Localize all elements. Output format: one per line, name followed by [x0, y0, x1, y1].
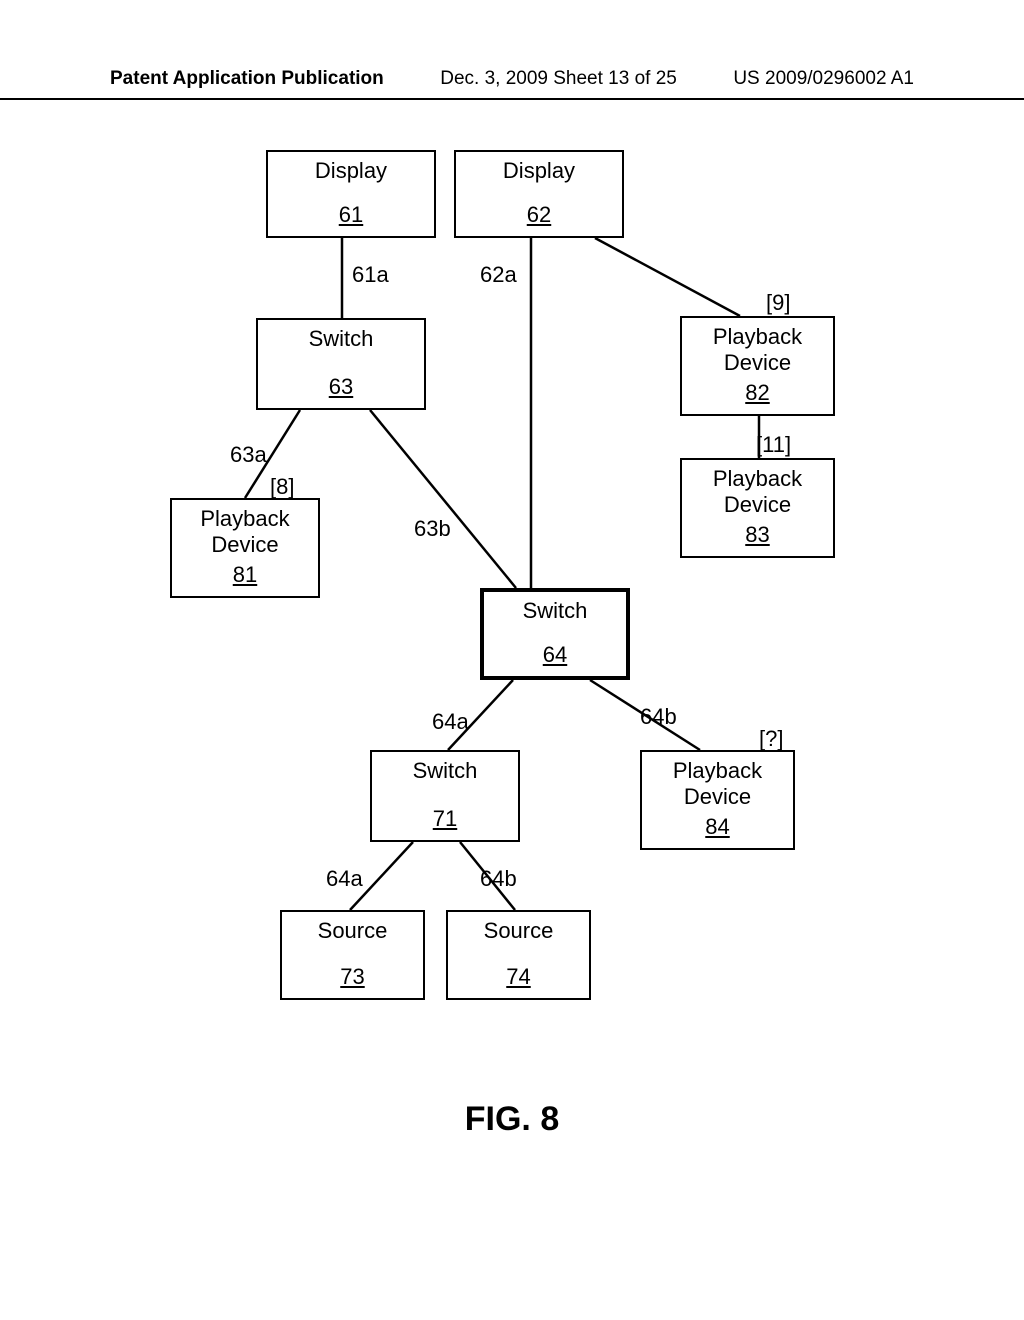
node-ref: 82	[686, 380, 829, 406]
node-switch-63: Switch 63	[256, 318, 426, 410]
header-center: Dec. 3, 2009 Sheet 13 of 25	[440, 68, 677, 90]
header-left: Patent Application Publication	[110, 68, 384, 90]
node-display-62: Display 62	[454, 150, 624, 238]
page: Patent Application Publication Dec. 3, 2…	[0, 0, 1024, 1320]
node-ref: 71	[376, 806, 514, 832]
node-playback-81: Playback Device 81	[170, 498, 320, 598]
node-ref: 61	[272, 202, 430, 228]
node-label: Source	[286, 918, 419, 944]
node-ref: 81	[176, 562, 314, 588]
node-playback-82: Playback Device 82	[680, 316, 835, 416]
node-label: Display	[460, 158, 618, 184]
edge-label-62a: 62a	[480, 262, 517, 288]
node-label: Playback Device	[176, 506, 314, 559]
node-ref: 84	[646, 814, 789, 840]
node-label: Playback Device	[686, 324, 829, 377]
node-label: Switch	[376, 758, 514, 784]
node-ref: 63	[262, 374, 420, 400]
node-switch-71: Switch 71	[370, 750, 520, 842]
node-ref: 64	[488, 642, 622, 668]
node-playback-83: Playback Device 83	[680, 458, 835, 558]
node-source-74: Source 74	[446, 910, 591, 1000]
edge-label-64b: 64b	[640, 704, 677, 730]
annotation-q: [?]	[759, 726, 783, 752]
annotation-11: [11]	[756, 432, 791, 458]
edge-label-63b: 63b	[414, 516, 451, 542]
node-display-61: Display 61	[266, 150, 436, 238]
page-header: Patent Application Publication Dec. 3, 2…	[0, 68, 1024, 100]
node-ref: 73	[286, 964, 419, 990]
node-playback-84: Playback Device 84	[640, 750, 795, 850]
node-switch-64: Switch 64	[480, 588, 630, 680]
node-label: Switch	[262, 326, 420, 352]
edge-label-63a: 63a	[230, 442, 267, 468]
annotation-8: [8]	[270, 474, 294, 500]
annotation-9: [9]	[766, 290, 790, 316]
figure-label: FIG. 8	[465, 1100, 559, 1139]
diagram-canvas: Display 61 Display 62 61a 62a [9] Switch…	[0, 100, 1024, 1260]
edge-label-61a: 61a	[352, 262, 389, 288]
edge-label-71a: 64a	[326, 866, 363, 892]
node-label: Playback Device	[686, 466, 829, 519]
edge-label-71b: 64b	[480, 866, 517, 892]
node-ref: 62	[460, 202, 618, 228]
node-label: Playback Device	[646, 758, 789, 811]
node-ref: 74	[452, 964, 585, 990]
node-label: Display	[272, 158, 430, 184]
node-label: Switch	[488, 598, 622, 624]
node-label: Source	[452, 918, 585, 944]
node-source-73: Source 73	[280, 910, 425, 1000]
header-right: US 2009/0296002 A1	[733, 68, 914, 90]
node-ref: 83	[686, 522, 829, 548]
edge-label-64a: 64a	[432, 709, 469, 735]
